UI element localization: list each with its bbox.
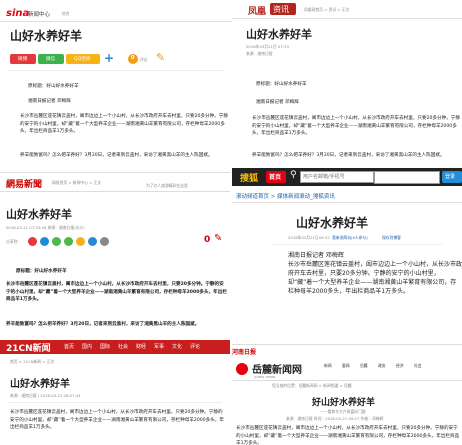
ifeng-logo-secondary: 资讯 (273, 5, 289, 14)
ifeng-paragraph-1: 长沙市岳麓区莲花镇云盖村，阖市边边上一个小山村，从长沙市政府开车去村里，只要20… (252, 116, 460, 136)
sohu-save-blog-link[interactable]: 保存到博客 (382, 235, 401, 240)
netease-share-more-icon[interactable] (88, 237, 97, 246)
ifeng-logo[interactable]: 凤凰 (248, 4, 266, 17)
21cn-nav-item-2[interactable]: 国际 (100, 343, 110, 350)
sina-article-panel: sina 新闻中心 综合 山好水养好羊 微博 微信 QQ空间 + 0 评论 ✎ … (0, 0, 232, 172)
21cn-meta-divider (8, 402, 222, 403)
ifeng-source-line: 湘南日报记者 邓梅辉 (256, 100, 299, 105)
netease-article-title: 山好水养好羊 (6, 208, 72, 221)
netease-header-divider (0, 191, 230, 192)
sina-wechat-share-label: 微信 (46, 57, 56, 62)
ifeng-header-divider (232, 18, 462, 19)
ifeng-article-title: 山好水养好羊 (246, 28, 312, 41)
search-icon[interactable]: ⚲ (290, 170, 297, 180)
plus-icon[interactable]: + (104, 51, 114, 65)
21cn-meta: 来源：湘南日报 | 2016-03-21 06:27:44 (10, 393, 81, 398)
sohu-login-input[interactable] (300, 171, 374, 183)
netease-share-plus-icon[interactable] (100, 237, 109, 246)
sohu-article-panel: 搜狐 首页 ⚲ 登录 滚动频道首页 > 媒体新闻滚动_搜狐资讯 山好水养好羊 2… (232, 168, 462, 344)
yuelu-article-title: 好山好水养好羊 (312, 398, 376, 408)
netease-share-weibo-icon[interactable] (28, 237, 37, 246)
sohu-breadcrumb[interactable]: 滚动频道首页 > 媒体新闻滚动_搜狐资讯 (236, 192, 335, 200)
pencil-icon[interactable]: ✎ (156, 51, 165, 64)
sina-weibo-share-label: 微博 (18, 57, 28, 62)
netease-paragraph-2: 养羊能致富吗？怎么把羊养好？3月20日，记者来到云盖村，采访了湘黄黑山羊的主人陈… (6, 322, 200, 327)
yuelu-nav-item-0[interactable]: 新闻 (324, 363, 332, 368)
21cn-breadcrumb[interactable]: 首页 > 21CN新闻 > 正文 (10, 359, 54, 364)
sohu-article-title: 山好水养好羊 (296, 216, 369, 230)
ifeng-article-panel: 凤凰 资讯 凤凰网首页 > 资讯 > 正文 山好水养好羊 2016年03月21日… (232, 0, 462, 168)
netease-share-qq-icon[interactable] (40, 237, 49, 246)
21cn-nav-item-3[interactable]: 社会 (118, 343, 128, 350)
sina-qzone-share-label: QQ空间 (74, 57, 91, 62)
sina-comment-count: 0 (131, 55, 135, 61)
21cn-nav-item-7[interactable]: 评论 (190, 343, 200, 350)
netease-share-qzone-icon[interactable] (76, 237, 85, 246)
sina-article-title: 山好水养好羊 (10, 29, 83, 43)
yuelu-paragraph-1: 长沙市岳麓区莲花镇云盖村，阖市边边上一个小山村，从长沙市政府开车去村里，只要20… (236, 426, 460, 445)
21cn-nav-item-5[interactable]: 军事 (154, 343, 164, 350)
netease-breadcrumb[interactable]: 网易首页 > 新闻中心 > 正文 (52, 180, 101, 185)
sohu-logo[interactable]: 搜狐 (240, 171, 258, 184)
sina-paragraph-1: 长沙市岳麓区莲花镇云盖村，阖市边边上一个小山村，从长沙市政府开车去村里，只要20… (20, 114, 228, 134)
yuelu-subtitle: 一一看养羊大户致富好门路 (320, 409, 366, 414)
sohu-comment-link[interactable]: 我来说两句(0人参与) (332, 235, 368, 240)
21cn-nav-item-0[interactable]: 首页 (64, 343, 74, 350)
yuelu-nav-item-3[interactable]: 政务 (378, 363, 386, 368)
sina-source-line: 湘南日报记者 邓梅辉 (28, 99, 71, 104)
netease-ad-text[interactable]: 为了亿人旅游精彩在这里 (146, 183, 188, 188)
sina-comment-label[interactable]: 评论 (140, 57, 148, 62)
yuelu-article-panel: 河南日报 岳麓新闻网 yuelu news 新闻 要闻 岳麓 政务 经济 社会 … (232, 344, 462, 445)
yuelu-nav-item-5[interactable]: 社会 (414, 363, 422, 368)
sina-logo[interactable]: sina (6, 8, 29, 19)
netease-logo[interactable]: 網易新聞 (6, 177, 42, 190)
netease-article-panel: 網易新聞 网易首页 > 新闻中心 > 正文 为了亿人旅游精彩在这里 山好水养好羊… (0, 172, 230, 341)
ifeng-breadcrumb[interactable]: 凤凰网首页 > 资讯 > 正文 (304, 7, 349, 12)
21cn-logo[interactable]: 21CN新闻 (6, 341, 51, 354)
sohu-paragraph-1: 长沙市岳麓区莲花镇云盖村，阖市边边上一个小山村，从长沙市政府开车去村里，只要20… (288, 261, 462, 295)
sina-share-divider (8, 70, 224, 71)
henan-daily-logo[interactable]: 河南日报 (232, 347, 256, 356)
21cn-article-title: 山好水养好羊 (10, 379, 70, 390)
yuelu-nav-item-2[interactable]: 岳麓 (360, 363, 368, 368)
netease-pre-text: 原标题：好山好水养好羊 (16, 269, 67, 274)
netease-paragraph-1: 长沙市岳麓区莲花镇云盖村，阖市边边上一个小山村，从长沙市政府开车去村里，只要20… (6, 282, 227, 302)
sohu-home-label: 首页 (269, 174, 282, 181)
sohu-meta-divider (272, 244, 442, 245)
sohu-password-input[interactable] (374, 171, 440, 184)
pencil-icon[interactable]: ✎ (214, 233, 222, 244)
ifeng-source: 来源：湘南日报 (246, 51, 273, 56)
yuelu-nav-item-1[interactable]: 要闻 (342, 363, 350, 368)
netease-share-label: 分享到： (6, 239, 22, 244)
sohu-header-divider (232, 202, 462, 203)
sina-nav-label[interactable]: 综合 (62, 11, 70, 16)
ifeng-paragraph-2: 养羊能致富吗？怎么把羊养好？3月20日，记者来到云盖村，采访了湘黄黑山羊的主人陈… (252, 153, 445, 158)
yuelu-logo-emblem[interactable] (236, 363, 248, 375)
yuelu-breadcrumb[interactable]: 您当前的位置：岳麓新闻网 > 新闻频道 > 岳麓 (272, 383, 352, 388)
21cn-nav-item-1[interactable]: 国内 (82, 343, 92, 350)
sina-pre-text: 原标题：好山好水养好羊 (28, 84, 79, 89)
sohu-login-label: 登录 (445, 174, 456, 180)
ifeng-meta: 2016年03月21日 07:33 (246, 44, 289, 49)
yuelu-header-divider (232, 380, 462, 381)
netease-share-moments-icon[interactable] (52, 237, 61, 246)
21cn-article-panel: 21CN新闻 首页 国内 国际 社会 财经 军事 文化 评论 首页 > 21CN… (0, 340, 230, 444)
21cn-nav-item-4[interactable]: 财经 (136, 343, 146, 350)
netease-comment-count-badge[interactable]: 0 (204, 235, 210, 245)
21cn-paragraph-1: 长沙市岳麓区莲花镇云盖村，阖市边边上一个小山村，从长沙市政府开车去村里，只要20… (10, 410, 224, 430)
yuelu-meta: 来源：湘南日报 时间：2016-03-21 09:27 作者：邓梅辉 (286, 416, 384, 421)
sina-header-divider (0, 21, 232, 22)
21cn-nav-item-6[interactable]: 文化 (172, 343, 182, 350)
netease-meta: 2016-03-21 07:33:49 来源：湘南日报(长沙) (6, 225, 85, 230)
sohu-meta-time: 2016年03月21日09:52 (288, 235, 330, 240)
yuelu-nav-item-4[interactable]: 经济 (396, 363, 404, 368)
ifeng-pre-text: 原标题：好山好水养好羊 (256, 82, 307, 87)
sina-logo-secondary[interactable]: 新闻中心 (28, 10, 50, 18)
sina-paragraph-2: 养羊能致富吗？怎么把羊养好？3月20日，记者来到云盖村，采访了湘黄黑山羊的主人陈… (20, 153, 213, 158)
sohu-source-line: 湘南日报记者 邓梅辉 (288, 252, 344, 259)
netease-share-wechat-icon[interactable] (64, 237, 73, 246)
yuelu-logo-en: yuelu news (254, 374, 276, 379)
